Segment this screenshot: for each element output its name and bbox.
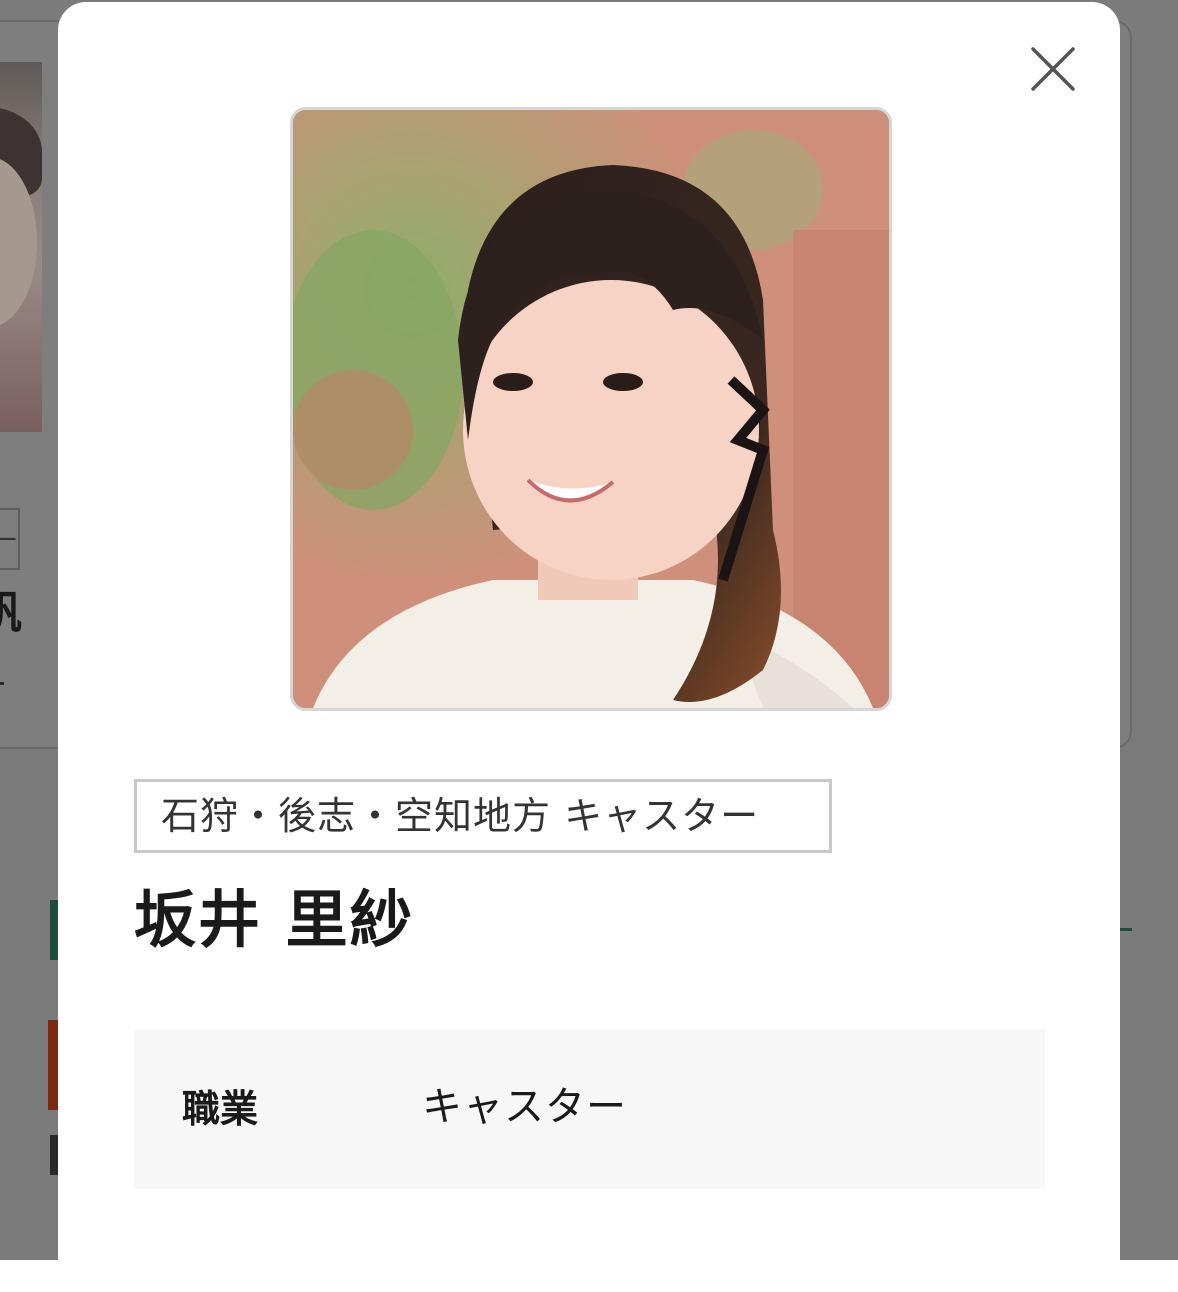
profile-photo xyxy=(290,107,892,711)
profile-modal: 石狩・後志・空知地方 キャスター 坂井 里紗 職業 キャスター xyxy=(58,2,1120,1292)
close-icon xyxy=(1031,47,1075,91)
occupation-label: 職業 xyxy=(182,1087,259,1131)
profile-photo-illustration xyxy=(293,110,889,708)
background-category-tag: ー xyxy=(0,508,20,570)
background-role-line xyxy=(0,682,4,685)
background-profile-photo xyxy=(0,62,42,432)
person-name: 坂井 里紗 xyxy=(134,883,414,956)
background-person-name: 帆 xyxy=(0,584,22,644)
background-heading-rule xyxy=(1120,928,1132,931)
category-tag: 石狩・後志・空知地方 キャスター xyxy=(134,779,832,853)
close-button[interactable] xyxy=(1028,44,1078,94)
occupation-value: キャスター xyxy=(422,1084,627,1130)
profile-details-panel: 職業 キャスター xyxy=(134,1029,1045,1189)
